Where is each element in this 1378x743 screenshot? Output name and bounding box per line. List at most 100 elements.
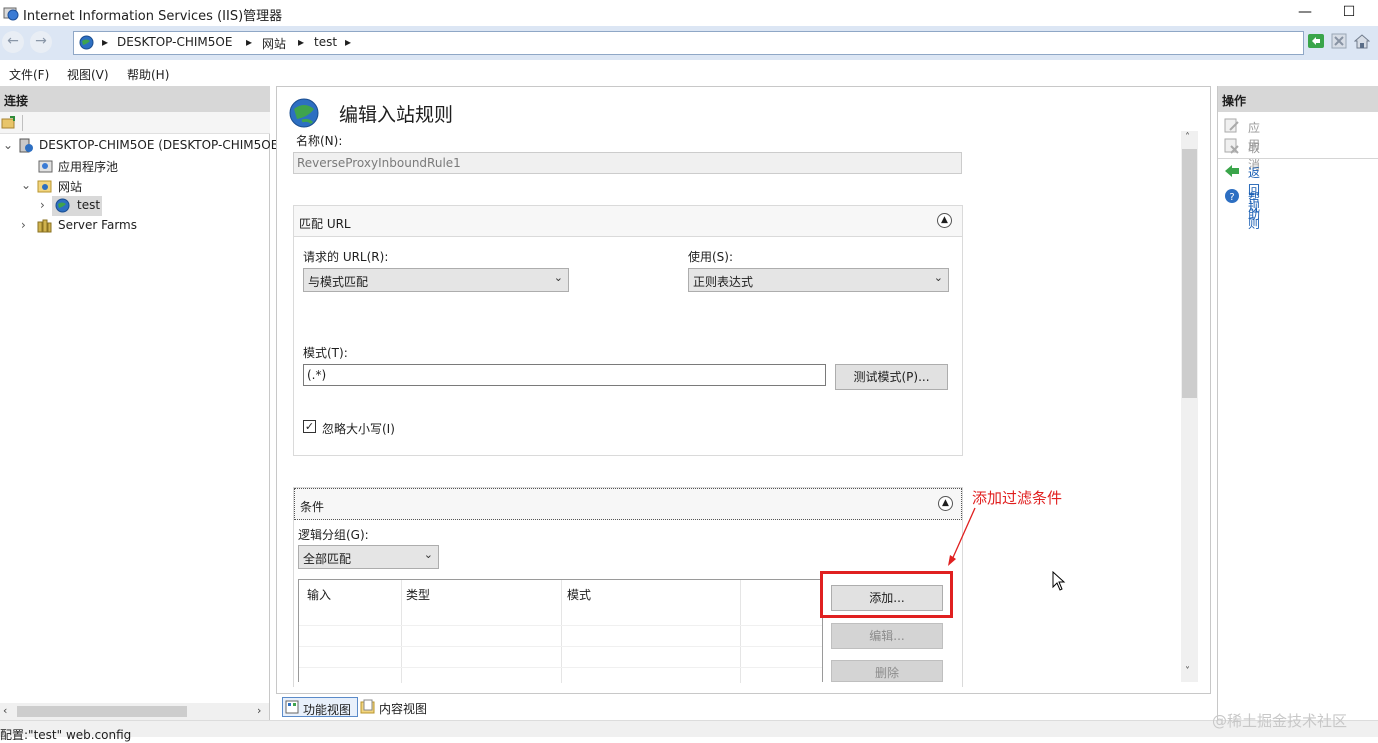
apply-icon (1224, 118, 1239, 133)
breadcrumb-item[interactable]: 网站 (262, 35, 286, 52)
row-divider (299, 625, 822, 626)
home-icon[interactable] (1354, 33, 1370, 49)
ignore-case-checkbox[interactable]: ✓ (303, 420, 316, 433)
actions-header: 操作 (1218, 86, 1378, 112)
refresh-icon[interactable] (1308, 33, 1324, 49)
scroll-right-icon[interactable]: › (257, 704, 261, 717)
tab-content-view[interactable]: 内容视图 (360, 697, 436, 717)
globe-icon (289, 98, 319, 128)
menu-view[interactable]: 视图(V) (67, 66, 109, 83)
help-label: 帮助 (1248, 191, 1261, 222)
tree-node-label: 网站 (58, 180, 83, 194)
breadcrumb-item[interactable]: test (314, 35, 337, 49)
iis-app-icon (3, 7, 19, 21)
breadcrumb[interactable]: ▸ DESKTOP-CHIM5OE ▸ 网站 ▸ test ▸ (73, 31, 1304, 55)
scrollbar-thumb[interactable] (1182, 149, 1197, 398)
app-pool-icon (38, 160, 53, 173)
mouse-cursor-icon (1052, 571, 1066, 591)
edit-condition-button[interactable]: 编辑... (831, 623, 943, 649)
connections-panel: 连接 ⌄ DESKTOP-CHIM5OE (DESKTOP-CHIM5OE 应用… (0, 86, 278, 720)
back-arrow-icon (1225, 165, 1239, 177)
annotation-highlight-box (820, 571, 953, 618)
connections-toolbar (0, 112, 270, 134)
tree-expand-icon[interactable]: ⌄ (21, 178, 31, 192)
server-farm-icon (37, 219, 52, 233)
match-url-group: 匹配 URL ▲ (293, 205, 963, 456)
tree-node-label: test (77, 198, 101, 212)
scrollbar-thumb[interactable] (17, 706, 187, 717)
conditions-header[interactable]: 条件 ▲ (294, 488, 962, 520)
window-title: Internet Information Services (IIS)管理器 (23, 9, 283, 24)
connect-icon[interactable] (1, 116, 16, 130)
using-select[interactable]: 正则表达式 ⌄ (688, 268, 949, 292)
menu-file[interactable]: 文件(F) (9, 66, 49, 83)
cancel-icon (1224, 138, 1239, 154)
annotation-text: 添加过滤条件 (972, 489, 1063, 507)
scroll-left-icon[interactable]: ‹ (3, 704, 7, 717)
column-header-input[interactable]: 输入 (307, 586, 331, 603)
conditions-title: 条件 (300, 500, 325, 514)
test-pattern-button[interactable]: 测试模式(P)... (835, 364, 948, 390)
forward-button[interactable]: → (30, 31, 52, 53)
tree-node-label: Server Farms (58, 218, 137, 232)
name-field[interactable]: ReverseProxyInboundRule1 (293, 152, 962, 174)
pattern-field[interactable]: (.*) (303, 364, 826, 386)
logical-grouping-select[interactable]: 全部匹配 ⌄ (298, 545, 439, 569)
breadcrumb-separator: ▸ (102, 35, 109, 49)
row-divider (299, 667, 822, 668)
breadcrumb-item[interactable]: DESKTOP-CHIM5OE (117, 35, 232, 49)
tree-collapse-icon[interactable]: › (21, 218, 26, 232)
tree-node-label: DESKTOP-CHIM5OE (DESKTOP-CHIM5OE (39, 138, 279, 152)
tree-node-sites[interactable]: ⌄ 网站 (0, 176, 270, 196)
tree-node-test[interactable]: › test (0, 196, 270, 216)
breadcrumb-separator: ▸ (345, 35, 352, 49)
menu-help[interactable]: 帮助(H) (127, 66, 169, 83)
tree-node-app-pools[interactable]: 应用程序池 (0, 156, 270, 176)
conditions-table[interactable]: 输入 类型 模式 (298, 579, 823, 683)
column-header-type[interactable]: 类型 (406, 586, 430, 603)
tab-label: 功能视图 (303, 703, 352, 717)
match-url-header[interactable]: 匹配 URL ▲ (294, 206, 962, 237)
pattern-label: 模式(T): (303, 346, 348, 360)
column-header-pattern[interactable]: 模式 (567, 586, 591, 603)
stop-icon[interactable] (1331, 33, 1347, 49)
address-bar: ← → ▸ DESKTOP-CHIM5OE ▸ 网站 ▸ test ▸ (0, 26, 1378, 60)
title-bar: Internet Information Services (IIS)管理器 —… (0, 0, 1378, 26)
sites-folder-icon (37, 180, 52, 193)
ignore-case-label: 忽略大小写(I) (322, 422, 395, 436)
row-divider (299, 646, 822, 647)
menu-bar: 文件(F) 视图(V) 帮助(H) (0, 60, 1378, 86)
tree-node-server[interactable]: ⌄ DESKTOP-CHIM5OE (DESKTOP-CHIM5OE (0, 136, 278, 156)
remove-condition-button[interactable]: 删除 (831, 660, 943, 682)
collapse-icon[interactable]: ▲ (937, 213, 952, 228)
maximize-button[interactable]: ☐ (1326, 0, 1372, 26)
actions-panel: 操作 应用 取消 返回规则 ? 帮助 (1217, 86, 1378, 720)
name-label: 名称(N): (296, 134, 343, 148)
connections-header: 连接 (0, 86, 270, 112)
requested-url-select[interactable]: 与模式匹配 ⌄ (303, 268, 569, 292)
status-text: 配置:"test" web.config (0, 728, 132, 742)
requested-url-value: 与模式匹配 (308, 275, 369, 289)
using-label: 使用(S): (688, 250, 734, 264)
globe-icon (55, 198, 70, 213)
actions-divider (1218, 158, 1378, 159)
tree-expand-icon[interactable]: ⌄ (3, 138, 13, 152)
toolbar-divider (22, 115, 23, 131)
scroll-up-icon[interactable]: ˄ (1185, 132, 1190, 143)
tree-collapse-icon[interactable]: › (40, 198, 45, 212)
horizontal-scrollbar[interactable]: ‹ › (0, 703, 269, 720)
chevron-down-icon: ⌄ (553, 271, 563, 284)
logical-grouping-value: 全部匹配 (303, 552, 352, 566)
breadcrumb-separator: ▸ (298, 35, 305, 49)
tree-node-label: 应用程序池 (58, 160, 119, 174)
back-button[interactable]: ← (2, 31, 24, 53)
view-tabs: 功能视图 内容视图 (276, 694, 1211, 720)
minimize-button[interactable]: — (1282, 0, 1328, 26)
tab-label: 内容视图 (379, 702, 428, 716)
requested-url-label: 请求的 URL(R): (303, 250, 389, 264)
tree-node-server-farms[interactable]: › Server Farms (0, 216, 270, 236)
server-icon (19, 138, 33, 153)
page-title: 编辑入站规则 (339, 104, 454, 126)
tab-features-view[interactable]: 功能视图 (282, 697, 358, 717)
scroll-down-icon[interactable]: ˅ (1185, 666, 1190, 677)
